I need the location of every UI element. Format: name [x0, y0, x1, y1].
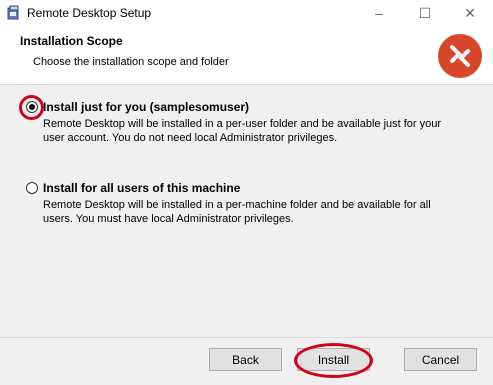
cancel-button[interactable]: Cancel — [404, 348, 477, 371]
option-all-users-description: Remote Desktop will be installed in a pe… — [43, 199, 431, 225]
option-per-user-label[interactable]: Install just for you (samplesomuser) — [43, 100, 249, 114]
install-button[interactable]: Install — [297, 348, 370, 371]
back-button[interactable]: Back — [209, 348, 282, 371]
title-bar: Remote Desktop Setup – ☐ ✕ — [0, 0, 493, 26]
page-subtitle: Choose the installation scope and folder — [33, 56, 229, 68]
close-button[interactable]: ✕ — [447, 0, 493, 26]
option-all-users-label[interactable]: Install for all users of this machine — [43, 181, 240, 195]
option-per-user-description: Remote Desktop will be installed in a pe… — [43, 118, 442, 144]
footer-divider — [0, 337, 493, 338]
maximize-button[interactable]: ☐ — [402, 0, 448, 26]
page-title: Installation Scope — [20, 34, 123, 48]
option-all-users[interactable]: Install for all users of this machine Re… — [26, 181, 466, 230]
radio-all-users[interactable] — [26, 182, 38, 194]
installer-icon — [7, 5, 19, 20]
header-banner: Installation Scope Choose the installati… — [0, 26, 493, 85]
option-per-user[interactable]: Install just for you (samplesomuser) Rem… — [26, 100, 466, 149]
window-title: Remote Desktop Setup — [27, 6, 152, 20]
remote-desktop-logo-icon — [438, 34, 482, 78]
minimize-button[interactable]: – — [356, 0, 402, 26]
radio-per-user[interactable] — [26, 101, 38, 113]
